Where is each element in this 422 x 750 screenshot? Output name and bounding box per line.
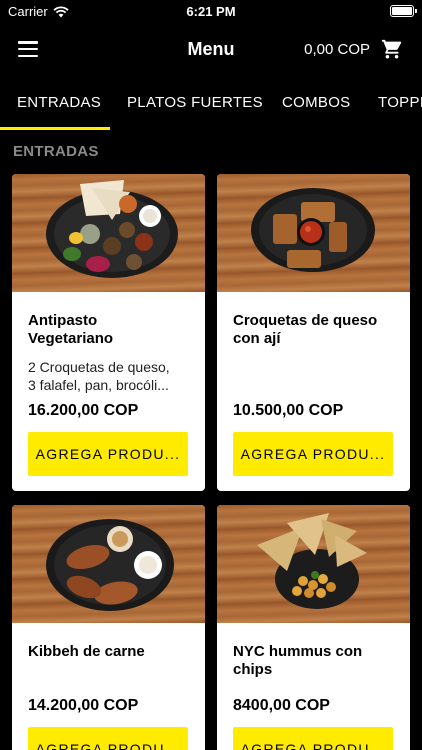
product-card-hummus[interactable]: NYC hummus con chips 8400,00 COP AGREGA … <box>217 505 410 750</box>
product-image-kibbeh <box>12 505 205 623</box>
nav-bar: Menu 0,00 COP <box>0 22 422 78</box>
cart-icon[interactable] <box>381 38 403 60</box>
battery-icon <box>390 5 417 17</box>
add-product-button[interactable]: AGREGA PRODU... <box>233 432 393 476</box>
tab-toppings[interactable]: TOPPINGS <box>378 94 422 111</box>
add-product-button[interactable]: AGREGA PRODU... <box>28 727 188 750</box>
product-price: 16.200,00 COP <box>28 402 139 419</box>
product-card-croquetas[interactable]: Croquetas de queso con ají 10.500,00 COP… <box>217 174 410 491</box>
product-name: Croquetas de queso con ají <box>233 312 378 347</box>
category-tabs: ENTRADAS PLATOS FUERTES COMBOS TOPPINGS <box>0 78 422 130</box>
product-card-antipasto[interactable]: Antipasto Vegetariano 2 Croquetas de que… <box>12 174 205 491</box>
product-price: 10.500,00 COP <box>233 402 344 419</box>
product-name: Kibbeh de carne <box>28 643 145 660</box>
product-image-antipasto <box>12 174 205 292</box>
cart-total[interactable]: 0,00 COP <box>304 41 370 58</box>
status-bar: Carrier 6:21 PM <box>0 0 422 22</box>
product-description-line1: 2 Croquetas de queso, <box>28 359 170 375</box>
product-price: 8400,00 COP <box>233 697 330 714</box>
tab-combos[interactable]: COMBOS <box>282 94 350 111</box>
menu-icon[interactable] <box>18 41 38 57</box>
product-name: NYC hummus con chips <box>233 643 363 678</box>
product-name: Antipasto Vegetariano <box>28 312 114 347</box>
active-tab-indicator <box>0 127 110 130</box>
product-price: 14.200,00 COP <box>28 697 139 714</box>
product-card-kibbeh[interactable]: Kibbeh de carne 14.200,00 COP AGREGA PRO… <box>12 505 205 750</box>
tab-entradas[interactable]: ENTRADAS <box>17 94 101 111</box>
product-image-hummus <box>217 505 410 623</box>
add-product-button[interactable]: AGREGA PRODU... <box>233 727 393 750</box>
section-title: ENTRADAS <box>13 143 99 160</box>
tab-platos-fuertes[interactable]: PLATOS FUERTES <box>127 94 263 111</box>
product-description-line2: 3 falafel, pan, brocóli... <box>28 377 169 393</box>
product-image-croquetas <box>217 174 410 292</box>
status-time: 6:21 PM <box>186 4 236 19</box>
add-product-button[interactable]: AGREGA PRODU... <box>28 432 188 476</box>
